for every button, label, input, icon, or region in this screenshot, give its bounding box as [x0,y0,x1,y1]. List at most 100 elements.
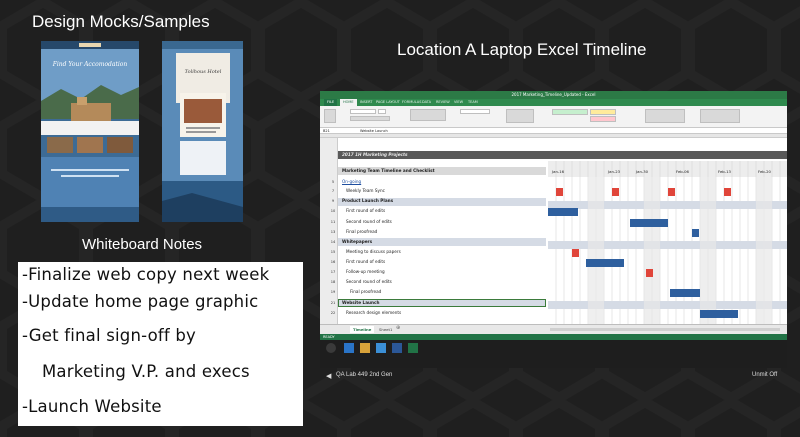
section-label: Product Launch Plans [342,198,394,203]
speaker-icon: ◀ [326,373,332,380]
excel-window: 2017 Marketing_Timeline_Updated - Excel … [320,91,787,368]
taskbar-app-icon[interactable] [408,343,418,353]
whiteboard-line: -Finalize web copy next week [22,265,270,284]
section-label: Website Launch [342,300,380,305]
row-number: 10 [330,209,336,213]
taskbar-app-icon[interactable] [376,343,386,353]
spreadsheet-grid[interactable]: 2017 1H Marketing Projects Marketing Tea… [320,134,787,324]
tab-file[interactable]: FILE [324,99,338,106]
tab-team[interactable]: TEAM [468,99,478,106]
tray-label: Unmit Off [752,372,778,378]
sheet-subtitle: Marketing Team Timeline and Checklist [342,168,435,173]
month-label: Feb-20 [758,169,771,174]
editing-buttons[interactable] [700,109,740,123]
mock-left-headline: Find Your Accomodation [52,61,128,68]
gantt-bar [612,188,619,196]
font-name-select[interactable] [350,109,376,114]
row-number: 11 [330,220,336,224]
row-number: 19 [330,290,336,294]
font-format-buttons[interactable] [350,116,390,121]
month-label: Feb-13 [718,169,731,174]
task-label: Meeting to discuss papers [346,249,401,254]
number-format-select[interactable] [460,109,490,114]
row-number: 18 [330,280,336,284]
tab-view[interactable]: VIEW [454,99,463,106]
task-label: Second round of edits [346,219,392,224]
cell-style-bad[interactable] [590,116,616,122]
laptop-excel-title: Location A Laptop Excel Timeline [397,40,647,59]
design-mocks-title: Design Mocks/Samples [32,12,210,31]
row-number: 9 [331,199,335,203]
row-number: 5 [331,180,335,184]
gantt-bar [646,269,653,277]
gantt-bar [668,188,675,196]
month-label: Feb-06 [676,169,689,174]
ribbon-toolbar [320,106,787,128]
task-label: Final proofread [346,229,378,234]
whiteboard-notes: -Finalize web copy next week -Update hom… [18,262,303,426]
mock-right-headline: Tolihous Hotel [184,69,222,75]
sheet-tabs: Timeline Sheet1 ⊕ [320,324,787,334]
row-number: 7 [331,189,335,193]
task-label: Weekly Team Sync [346,188,385,193]
tab-insert[interactable]: INSERT [360,99,372,106]
task-label: Second round of edits [346,279,392,284]
task-label[interactable]: On-going [342,179,361,184]
paste-button[interactable] [324,109,336,123]
month-label: Jan-16 [552,169,565,174]
laptop-caption: QA Lab 449 2nd Gen [336,372,393,378]
add-sheet-icon[interactable]: ⊕ [396,325,400,331]
gantt-bar [692,229,699,237]
section-label: Whitepapers [342,239,373,244]
tab-review[interactable]: REVIEW [436,99,450,106]
status-text: READY [323,335,335,339]
gantt-bar [630,219,668,227]
sheet-tab-sheet1[interactable]: Sheet1 [376,326,395,333]
task-label: First round of edits [346,259,386,264]
mock-left-illustration [41,41,139,222]
gantt-bar [548,208,578,216]
whiteboard-line: -Launch Website [22,397,162,416]
taskbar-app-icon[interactable] [344,343,354,353]
cell-style-neutral[interactable] [590,109,616,115]
cells-buttons[interactable] [645,109,685,123]
gantt-bar [670,289,700,297]
alignment-buttons[interactable] [410,109,446,121]
ribbon-tabs: FILE HOME INSERT PAGE LAYOUT FORMULAS DA… [320,99,787,106]
whiteboard-line: Marketing V.P. and execs [42,362,250,381]
row-number: 14 [330,240,336,244]
design-mock-right: Tolihous Hotel [162,41,243,222]
task-label: First round of edits [346,208,386,213]
whiteboard-notes-title: Whiteboard Notes [82,236,203,253]
tab-data[interactable]: DATA [422,99,431,106]
sheet-tab-timeline[interactable]: Timeline [350,326,375,333]
cell-style-good[interactable] [552,109,588,115]
start-button[interactable] [326,343,336,353]
sheet-title: 2017 1H Marketing Projects [342,152,408,157]
whiteboard-line: -Update home page graphic [22,292,259,311]
month-label: Jan-23 [608,169,621,174]
tab-formulas[interactable]: FORMULAS [402,99,421,106]
taskbar-app-icon[interactable] [392,343,402,353]
whiteboard-line: -Get final sign-off by [22,326,196,345]
gantt-bar [724,188,731,196]
design-mock-left: Find Your Accomodation [41,41,139,222]
column-headers [320,134,787,138]
month-label: Jan-30 [636,169,649,174]
task-label: Follow-up meeting [346,269,385,274]
font-size-select[interactable] [378,109,386,114]
conditional-formatting-button[interactable] [506,109,534,123]
task-label: Research design elements [346,310,402,315]
horizontal-scrollbar[interactable] [550,328,780,331]
taskbar-app-icon[interactable] [360,343,370,353]
row-number: 15 [330,250,336,254]
row-number: 16 [330,260,336,264]
task-label: Final proofread [350,289,382,294]
gantt-bar [572,249,579,257]
tab-page-layout[interactable]: PAGE LAYOUT [376,99,400,106]
row-number: 13 [330,230,336,234]
tab-home[interactable]: HOME [340,99,357,106]
timeline-day-grid [548,161,787,324]
windows-taskbar [320,340,787,368]
gantt-bar [556,188,563,196]
